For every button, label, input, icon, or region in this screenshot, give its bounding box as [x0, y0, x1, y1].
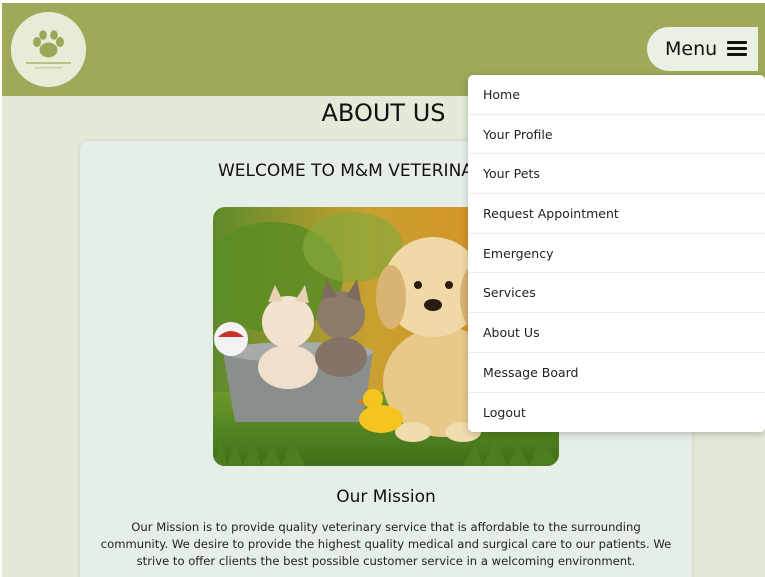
hamburger-icon: [727, 41, 748, 57]
menu-item-request-appointment[interactable]: Request Appointment: [468, 194, 765, 234]
nav-menu: Home Your Profile Your Pets Request Appo…: [468, 75, 765, 432]
menu-item-about-us[interactable]: About Us: [468, 313, 765, 353]
menu-item-emergency[interactable]: Emergency: [468, 234, 765, 274]
mission-text: Our Mission is to provide quality veteri…: [100, 520, 672, 568]
paw-icon: [11, 12, 86, 87]
menu-item-home[interactable]: Home: [468, 75, 765, 115]
mission-heading: Our Mission: [336, 487, 436, 507]
menu-button[interactable]: Menu: [647, 27, 758, 71]
menu-item-your-pets[interactable]: Your Pets: [468, 154, 765, 195]
menu-item-message-board[interactable]: Message Board: [468, 353, 765, 393]
menu-item-logout[interactable]: Logout: [468, 393, 765, 433]
menu-label: Menu: [665, 38, 718, 60]
menu-item-services[interactable]: Services: [468, 273, 765, 314]
clinic-logo[interactable]: [11, 12, 86, 87]
menu-item-your-profile[interactable]: Your Profile: [468, 115, 765, 155]
page-frame: Menu ABOUT US WELCOME TO M&M VETERINARY …: [2, 3, 765, 577]
